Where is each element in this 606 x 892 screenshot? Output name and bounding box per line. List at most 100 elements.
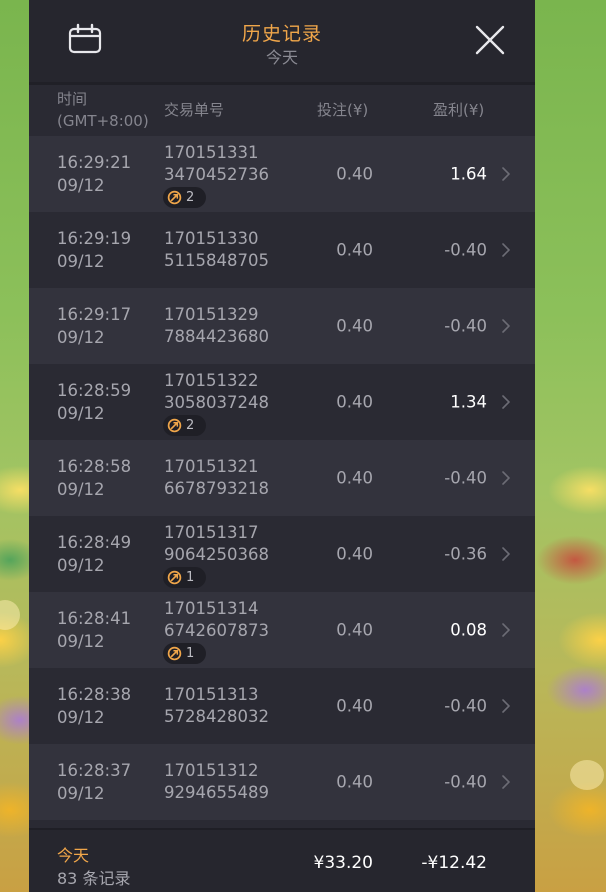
row-order-number: 170151322 3058037248 (164, 370, 269, 414)
row-date: 09/12 (57, 708, 105, 727)
free-spin-icon (167, 418, 182, 433)
row-order-line2: 9064250368 (164, 545, 269, 564)
column-header-time: 时间 (GMT+8:00) (57, 88, 149, 132)
row-profit: -0.40 (444, 772, 487, 792)
chevron-right-icon (502, 319, 510, 333)
row-date: 09/12 (57, 176, 105, 195)
row-order-line1: 170151317 (164, 523, 259, 542)
row-datetime: 16:29:21 09/12 (57, 151, 131, 197)
row-order-line1: 170151329 (164, 305, 259, 324)
row-order-number: 170151329 7884423680 (164, 304, 269, 348)
row-datetime: 16:29:17 09/12 (57, 303, 131, 349)
row-time: 16:28:49 (57, 533, 132, 552)
row-order-line1: 170151314 (164, 599, 259, 618)
row-bet: 0.40 (336, 620, 373, 640)
panel-header: 历史记录 今天 (29, 0, 535, 85)
row-date: 09/12 (57, 480, 105, 499)
row-order-number: 170151330 5115848705 (164, 228, 269, 272)
column-header-timezone: (GMT+8:00) (57, 112, 149, 130)
row-time: 16:28:41 (57, 609, 132, 628)
row-time: 16:29:19 (57, 229, 132, 248)
row-order-number: 170151331 3470452736 (164, 142, 269, 186)
row-order-line1: 170151321 (164, 457, 259, 476)
row-order-line2: 3470452736 (164, 165, 269, 184)
row-time: 16:28:58 (57, 457, 132, 476)
row-datetime: 16:28:59 09/12 (57, 379, 131, 425)
row-order-line2: 9294655489 (164, 783, 269, 802)
row-order-line2: 7884423680 (164, 327, 269, 346)
row-order-line2: 3058037248 (164, 393, 269, 412)
row-date: 09/12 (57, 632, 105, 651)
row-order-number: 170151317 9064250368 (164, 522, 269, 566)
row-bet: 0.40 (336, 544, 373, 564)
row-bet: 0.40 (336, 316, 373, 336)
close-icon (475, 25, 505, 55)
column-header-bet: 投注(¥) (317, 101, 369, 119)
row-order-line1: 170151313 (164, 685, 259, 704)
row-date: 09/12 (57, 404, 105, 423)
row-order-number: 170151312 9294655489 (164, 760, 269, 804)
row-bet: 0.40 (336, 468, 373, 488)
summary-period: 今天 (57, 846, 90, 865)
page-title: 历史记录 (241, 23, 322, 45)
column-header-profit: 盈利(¥) (433, 101, 485, 119)
chevron-right-icon (502, 623, 510, 637)
table-row[interactable]: 16:28:58 09/12 170151321 6678793218 0.40 -0.4… (29, 440, 535, 516)
chevron-right-icon (502, 395, 510, 409)
row-order-line2: 6678793218 (164, 479, 269, 498)
background-decoration (570, 760, 604, 790)
history-panel: 历史记录 今天 时间 (GMT+8:00) 交易单号 投注(¥) 盈利(¥) 1… (29, 0, 535, 892)
table-row[interactable]: 16:28:37 09/12 170151312 9294655489 0.40 -0.4… (29, 744, 535, 820)
row-profit: -0.40 (444, 240, 487, 260)
chevron-right-icon (502, 167, 510, 181)
row-datetime: 16:28:58 09/12 (57, 455, 131, 501)
free-spin-count: 1 (186, 570, 195, 585)
row-order-line1: 170151331 (164, 143, 259, 162)
free-spin-count: 1 (186, 646, 195, 661)
summary-record-count: 83 条记录 (57, 869, 131, 888)
row-time: 16:29:21 (57, 153, 132, 172)
close-button[interactable] (472, 22, 508, 58)
column-header-time-label: 时间 (57, 90, 88, 108)
row-time: 16:28:38 (57, 685, 132, 704)
chevron-right-icon (502, 547, 510, 561)
row-profit: -0.40 (444, 468, 487, 488)
table-row[interactable]: 16:28:41 09/12 170151314 6742607873 1 0.40 0.0… (29, 592, 535, 668)
row-profit: 1.34 (450, 392, 487, 412)
row-bet: 0.40 (336, 772, 373, 792)
column-headers: 时间 (GMT+8:00) 交易单号 投注(¥) 盈利(¥) (29, 85, 535, 135)
row-time: 16:28:59 (57, 381, 132, 400)
free-spin-icon (167, 190, 182, 205)
free-spin-badge: 1 (163, 643, 206, 664)
summary-profit-total: -¥12.42 (421, 853, 487, 873)
row-time: 16:28:37 (57, 761, 132, 780)
row-date: 09/12 (57, 784, 105, 803)
table-row[interactable]: 16:29:19 09/12 170151330 5115848705 0.40 -0.4… (29, 212, 535, 288)
table-row[interactable]: 16:29:21 09/12 170151331 3470452736 2 0.40 1.6… (29, 136, 535, 212)
summary-footer: 今天 83 条记录 ¥33.20 -¥12.42 (29, 828, 535, 892)
row-profit: -0.40 (444, 316, 487, 336)
row-date: 09/12 (57, 252, 105, 271)
table-row[interactable]: 16:28:38 09/12 170151313 5728428032 0.40 -0.4… (29, 668, 535, 744)
chevron-right-icon (502, 775, 510, 789)
row-profit: -0.40 (444, 696, 487, 716)
row-order-line2: 6742607873 (164, 621, 269, 640)
row-profit: -0.36 (444, 544, 487, 564)
free-spin-badge: 2 (163, 415, 206, 436)
free-spin-badge: 1 (163, 567, 206, 588)
row-order-line1: 170151330 (164, 229, 259, 248)
row-order-line1: 170151322 (164, 371, 259, 390)
row-datetime: 16:28:38 09/12 (57, 683, 131, 729)
table-row[interactable]: 16:29:17 09/12 170151329 7884423680 0.40 -0.4… (29, 288, 535, 364)
background-decoration (0, 600, 20, 630)
free-spin-icon (167, 570, 182, 585)
table-row[interactable]: 16:28:59 09/12 170151322 3058037248 2 0.40 1.3… (29, 364, 535, 440)
table-row[interactable]: 16:28:49 09/12 170151317 9064250368 1 0.40 -0.… (29, 516, 535, 592)
row-bet: 0.40 (336, 164, 373, 184)
row-datetime: 16:28:49 09/12 (57, 531, 131, 577)
row-order-number: 170151321 6678793218 (164, 456, 269, 500)
row-datetime: 16:28:41 09/12 (57, 607, 131, 653)
free-spin-count: 2 (186, 418, 195, 433)
chevron-right-icon (502, 243, 510, 257)
column-header-order: 交易单号 (164, 101, 225, 119)
